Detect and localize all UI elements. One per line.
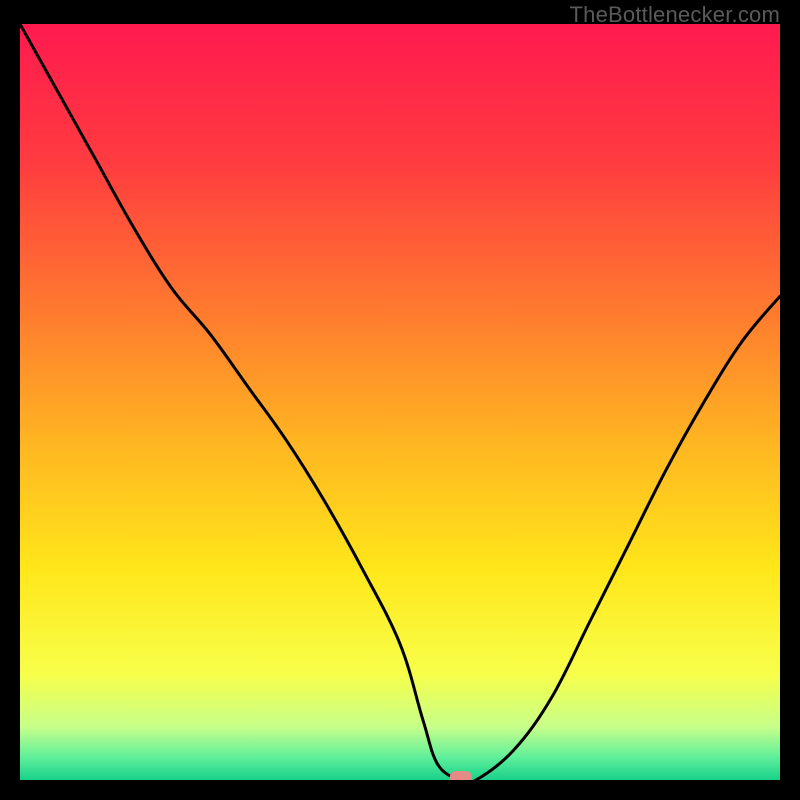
- optimal-point-marker: [450, 771, 472, 780]
- watermark-label: TheBottlenecker.com: [570, 2, 780, 28]
- plot-svg: [20, 24, 780, 780]
- bottleneck-plot: [20, 24, 780, 780]
- gradient-background: [20, 24, 780, 780]
- chart-frame: TheBottlenecker.com: [0, 0, 800, 800]
